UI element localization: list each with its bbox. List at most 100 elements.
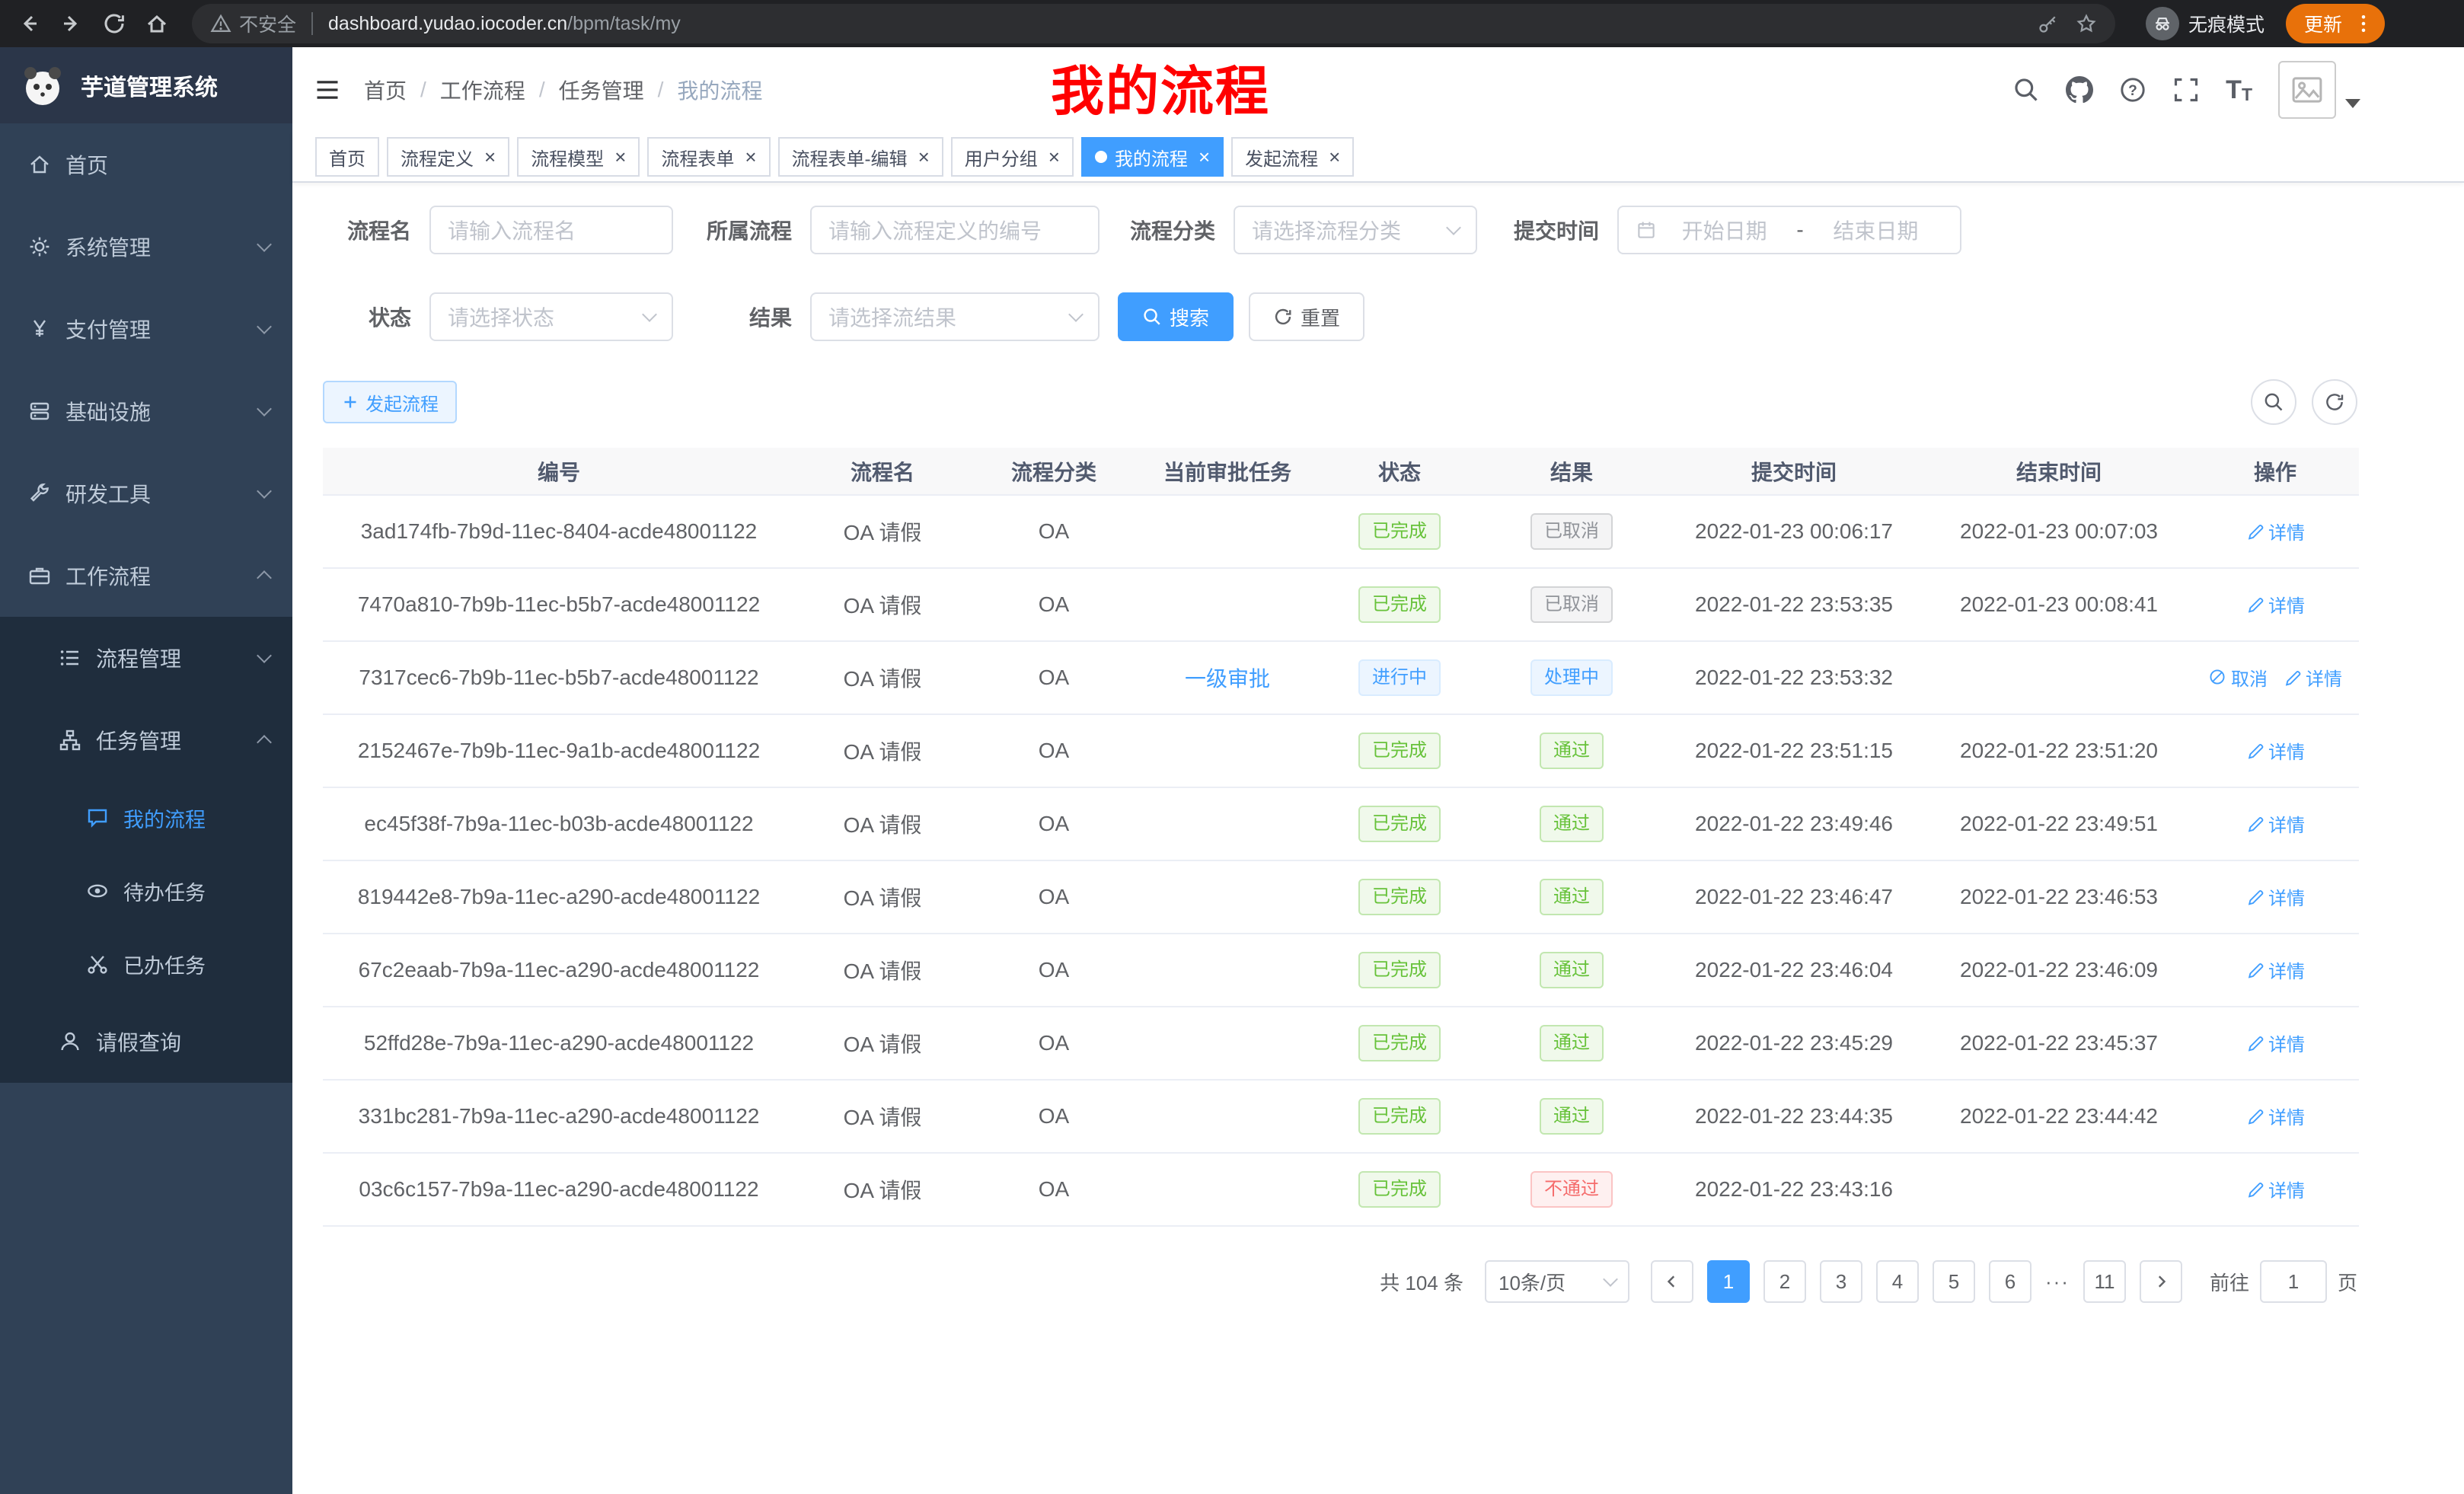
tab-process-form-edit[interactable]: 流程表单-编辑× xyxy=(778,137,943,177)
reload-button[interactable] xyxy=(97,7,131,40)
tab-process-model[interactable]: 流程模型× xyxy=(517,137,640,177)
tab-user-group[interactable]: 用户分组× xyxy=(951,137,1074,177)
search-button[interactable]: 搜索 xyxy=(1118,292,1234,341)
font-size-icon[interactable]: TT xyxy=(2226,75,2252,105)
avatar[interactable] xyxy=(2278,61,2336,119)
detail-link[interactable]: 详情 xyxy=(2283,664,2342,691)
tab-close-icon[interactable]: × xyxy=(918,147,930,167)
refresh-table-button[interactable] xyxy=(2312,379,2357,425)
search-icon[interactable] xyxy=(2012,76,2040,104)
table-tool-icons xyxy=(2251,379,2357,425)
initiate-process-button[interactable]: 发起流程 xyxy=(323,381,457,423)
incognito-profile-chip[interactable]: 无痕模式 xyxy=(2146,7,2265,40)
table-row: 7470a810-7b9b-11ec-b5b7-acde48001122 OA … xyxy=(323,568,2359,641)
detail-link[interactable]: 详情 xyxy=(2245,883,2305,910)
page-button-11[interactable]: 11 xyxy=(2083,1260,2126,1303)
sidebar-item-payment[interactable]: 支付管理 xyxy=(0,288,292,370)
reset-button[interactable]: 重置 xyxy=(1249,292,1364,341)
tab-home[interactable]: 首页 xyxy=(315,137,379,177)
tab-initiate-process[interactable]: 发起流程× xyxy=(1231,137,1354,177)
sidebar-item-task-management[interactable]: 任务管理 xyxy=(0,699,292,781)
page-size-select[interactable]: 10条/页 xyxy=(1485,1260,1629,1303)
app-title: 芋道管理系统 xyxy=(81,69,218,102)
refresh-icon xyxy=(1273,307,1293,327)
breadcrumb-current: 我的流程 xyxy=(677,75,762,105)
github-icon[interactable] xyxy=(2066,76,2093,104)
address-divider xyxy=(311,12,313,35)
col-category: 流程分类 xyxy=(970,448,1138,495)
detail-link[interactable]: 详情 xyxy=(2245,810,2305,837)
tab-close-icon[interactable]: × xyxy=(1198,147,1210,167)
detail-link[interactable]: 详情 xyxy=(2245,1176,2305,1202)
tab-close-icon[interactable]: × xyxy=(484,147,496,167)
fullscreen-icon[interactable] xyxy=(2172,76,2200,104)
prev-page-button[interactable] xyxy=(1651,1260,1693,1303)
browser-menu-icon[interactable] xyxy=(2353,13,2374,34)
detail-link[interactable]: 详情 xyxy=(2245,1030,2305,1056)
page-button-2[interactable]: 2 xyxy=(1763,1260,1806,1303)
result-badge: 通过 xyxy=(1540,1098,1604,1135)
status-badge: 已完成 xyxy=(1358,1098,1441,1135)
result-badge: 已取消 xyxy=(1530,513,1613,550)
submit-time-range-picker[interactable]: 开始日期 - 结束日期 xyxy=(1617,206,1961,254)
help-icon[interactable]: ? xyxy=(2119,76,2146,104)
breadcrumb-workflow[interactable]: 工作流程 xyxy=(440,75,525,105)
tab-close-icon[interactable]: × xyxy=(745,147,756,167)
sidebar-item-home[interactable]: 首页 xyxy=(0,123,292,206)
chevron-up-icon xyxy=(257,570,272,586)
process-definition-input[interactable]: 请输入流程定义的编号 xyxy=(810,206,1100,254)
sidebar-item-done-tasks[interactable]: 已办任务 xyxy=(0,927,292,1001)
submit-time-label: 提交时间 xyxy=(1477,215,1617,245)
header: 首页 / 工作流程 / 任务管理 / 我的流程 我的流程 ? TT xyxy=(292,47,2464,132)
tab-close-icon[interactable]: × xyxy=(614,147,626,167)
back-button[interactable] xyxy=(12,7,46,40)
result-select[interactable]: 请选择流结果 xyxy=(810,292,1100,341)
tab-close-icon[interactable]: × xyxy=(1048,147,1060,167)
detail-link[interactable]: 详情 xyxy=(2245,1103,2305,1129)
pagination-total: 共 104 条 xyxy=(1380,1268,1463,1296)
home-button[interactable] xyxy=(140,7,174,40)
forward-button[interactable] xyxy=(55,7,88,40)
sidebar-item-system[interactable]: 系统管理 xyxy=(0,206,292,288)
browser-update-button[interactable]: 更新 xyxy=(2286,4,2385,43)
address-bar[interactable]: 不安全 dashboard.yudao.iocoder.cn/bpm/task/… xyxy=(192,4,2115,43)
cancel-link[interactable]: 取消 xyxy=(2208,664,2268,691)
tab-close-icon[interactable]: × xyxy=(1329,147,1340,167)
sidebar-item-leave-query[interactable]: 请假查询 xyxy=(0,1001,292,1083)
sidebar-item-dev-tools[interactable]: 研发工具 xyxy=(0,452,292,535)
sidebar-item-workflow[interactable]: 工作流程 xyxy=(0,535,292,617)
detail-link[interactable]: 详情 xyxy=(2245,956,2305,983)
tab-my-processes[interactable]: 我的流程× xyxy=(1081,137,1224,177)
sidebar-collapse-icon[interactable] xyxy=(314,76,341,104)
current-task-link[interactable]: 一级审批 xyxy=(1185,667,1270,691)
page-button-6[interactable]: 6 xyxy=(1989,1260,2032,1303)
page-button-4[interactable]: 4 xyxy=(1876,1260,1919,1303)
sidebar-item-todo-tasks[interactable]: 待办任务 xyxy=(0,854,292,927)
next-page-button[interactable] xyxy=(2140,1260,2182,1303)
detail-link[interactable]: 详情 xyxy=(2245,591,2305,618)
password-key-icon[interactable] xyxy=(2038,13,2059,34)
detail-link[interactable]: 详情 xyxy=(2245,737,2305,764)
avatar-caret-icon[interactable] xyxy=(2345,99,2360,108)
detail-link[interactable]: 详情 xyxy=(2245,518,2305,544)
page-button-3[interactable]: 3 xyxy=(1820,1260,1862,1303)
tab-process-form[interactable]: 流程表单× xyxy=(647,137,770,177)
filter-row-1: 流程名 请输入流程名 所属流程 请输入流程定义的编号 流程分类 请选择流程分类 … xyxy=(323,206,2357,254)
bookmark-star-icon[interactable] xyxy=(2076,13,2097,34)
jump-page-input[interactable]: 1 xyxy=(2260,1260,2327,1303)
sidebar-item-process-management[interactable]: 流程管理 xyxy=(0,617,292,699)
process-name-input[interactable]: 请输入流程名 xyxy=(429,206,673,254)
tab-process-definition[interactable]: 流程定义× xyxy=(387,137,509,177)
status-select[interactable]: 请选择状态 xyxy=(429,292,673,341)
page-button-5[interactable]: 5 xyxy=(1933,1260,1975,1303)
more-pages-icon[interactable]: ··· xyxy=(2045,1270,2070,1294)
result-badge: 通过 xyxy=(1540,806,1604,842)
sidebar-item-my-processes[interactable]: 我的流程 xyxy=(0,781,292,854)
breadcrumb-home[interactable]: 首页 xyxy=(364,75,407,105)
toggle-search-button[interactable] xyxy=(2251,379,2296,425)
sidebar-item-infrastructure[interactable]: 基础设施 xyxy=(0,370,292,452)
process-definition-label: 所属流程 xyxy=(673,215,810,245)
process-category-select[interactable]: 请选择流程分类 xyxy=(1234,206,1477,254)
breadcrumb-task-management[interactable]: 任务管理 xyxy=(559,75,644,105)
page-button-1[interactable]: 1 xyxy=(1707,1260,1750,1303)
